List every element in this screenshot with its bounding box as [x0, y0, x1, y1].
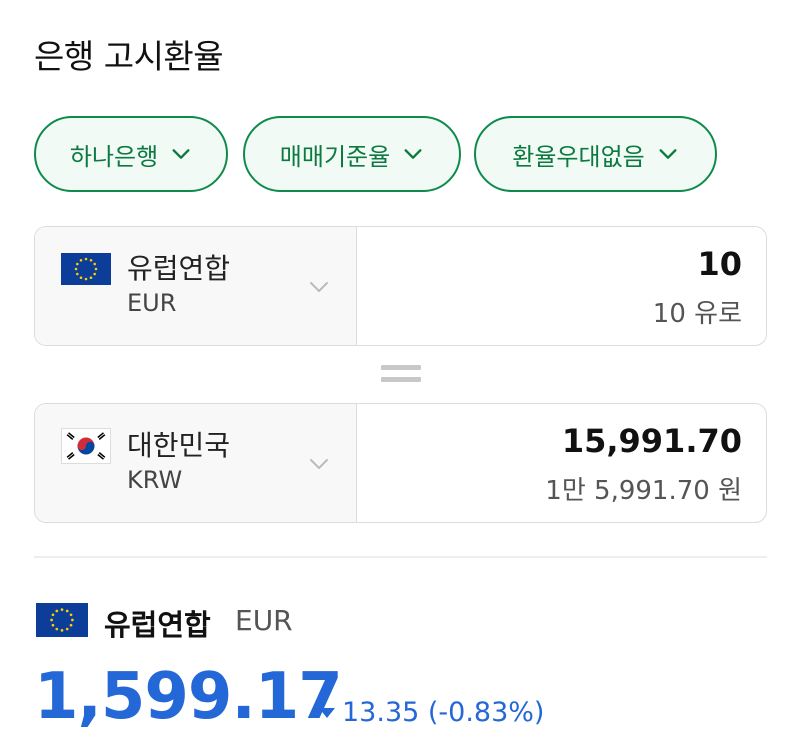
to-amount-value[interactable]: 15,991.70	[562, 422, 742, 460]
from-currency-code: EUR	[127, 289, 177, 317]
to-currency-box: 대한민국 KRW 15,991.70 1만 5,991.70 원	[34, 403, 767, 523]
chevron-down-icon	[404, 149, 422, 159]
exchange-rate-value: 1,599.17	[34, 660, 343, 734]
from-country-name: 유럽연합	[127, 252, 231, 285]
rate-change-text: 13.35 (-0.83%)	[342, 697, 545, 728]
from-amount-input[interactable]: 10	[697, 245, 742, 283]
page-title: 은행 고시환율	[34, 37, 224, 76]
section-divider	[34, 556, 767, 558]
to-amount-text: 1만 5,991.70 원	[545, 476, 742, 506]
rate-type-chip[interactable]: 매매기준율	[243, 116, 461, 192]
to-currency-select[interactable]: 대한민국 KRW	[35, 404, 357, 522]
equals-icon	[381, 365, 421, 382]
chevron-down-icon	[310, 282, 328, 292]
to-country-name: 대한민국	[127, 429, 231, 462]
chevron-down-icon	[172, 149, 190, 159]
kr-flag-icon	[61, 428, 111, 464]
chevron-down-icon	[310, 459, 328, 469]
chevron-down-icon	[659, 149, 677, 159]
rate-type-label: 매매기준율	[279, 142, 391, 171]
triangle-down-icon	[319, 707, 335, 718]
eu-flag-icon	[61, 253, 111, 285]
rate-country-name: 유럽연합	[104, 608, 211, 642]
preferential-rate-label: 환율우대없음	[512, 142, 645, 171]
rate-currency-code: EUR	[235, 604, 293, 637]
bank-select-label: 하나은행	[69, 142, 159, 171]
from-amount-text: 10 유로	[652, 299, 742, 329]
rate-change: 13.35 (-0.83%)	[318, 697, 544, 728]
from-currency-select[interactable]: 유럽연합 EUR	[35, 227, 357, 345]
bank-select-chip[interactable]: 하나은행	[34, 116, 228, 192]
to-currency-code: KRW	[127, 466, 183, 494]
preferential-rate-chip[interactable]: 환율우대없음	[474, 116, 717, 192]
from-currency-box: 유럽연합 EUR 10 10 유로	[34, 226, 767, 346]
eu-flag-icon	[36, 603, 88, 637]
